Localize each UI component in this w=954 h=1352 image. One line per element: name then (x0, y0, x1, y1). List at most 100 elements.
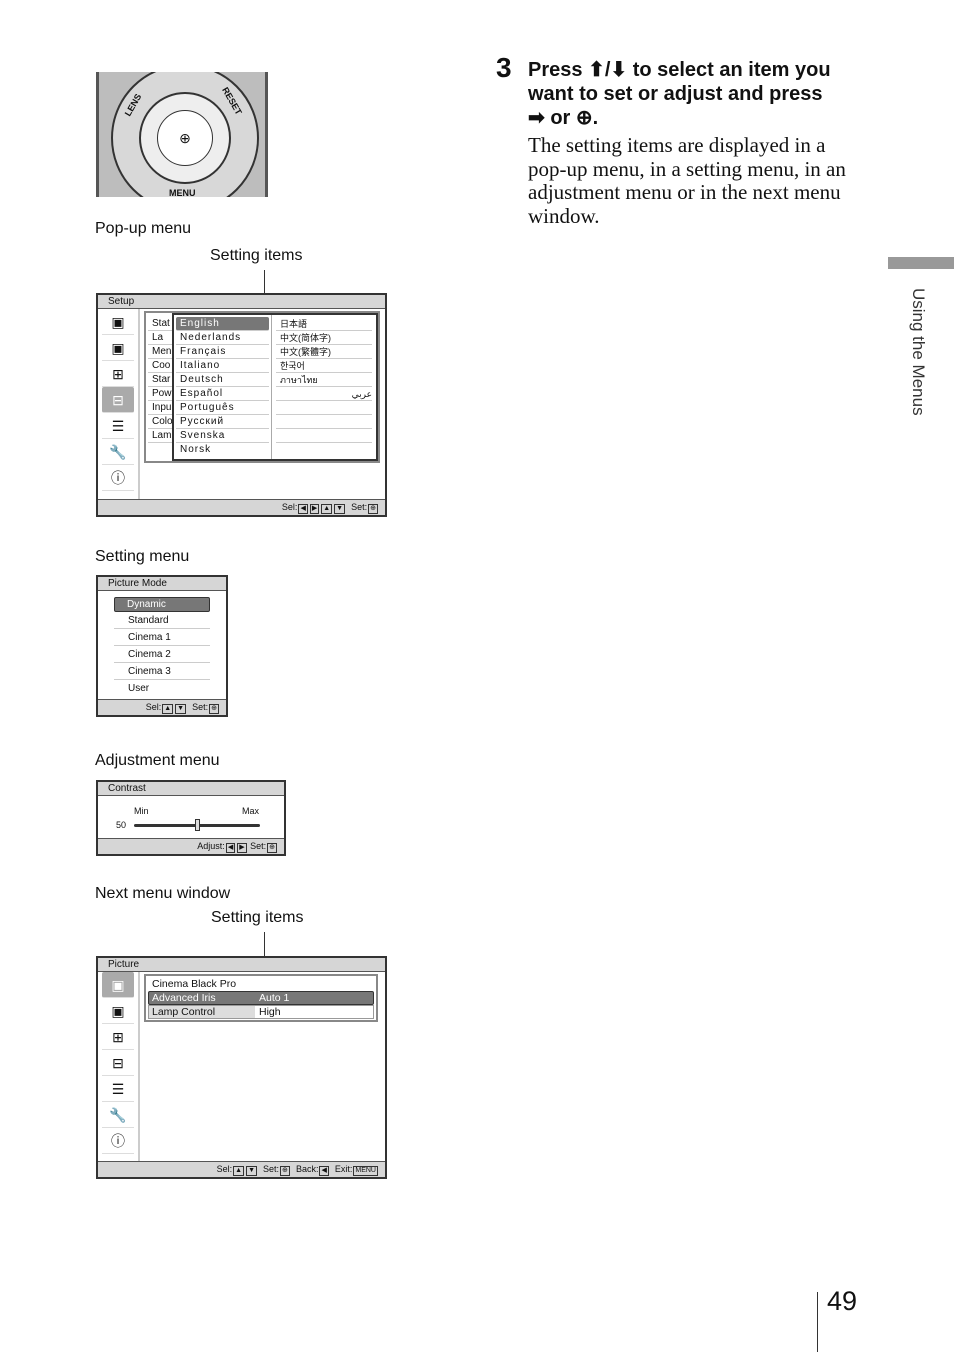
remote-control-image: ⊕ LENS RESET MENU (96, 72, 268, 197)
language-option[interactable]: 中文(简体字) (276, 331, 372, 345)
next-menu-label: Next menu window (95, 885, 231, 902)
advanced-picture-icon[interactable]: ▣ (102, 335, 134, 361)
advanced-picture-icon[interactable]: ▣ (102, 998, 134, 1024)
information-icon[interactable]: ⓘ (102, 465, 134, 491)
function-icon[interactable]: ☰ (102, 413, 134, 439)
right-arrow-icon: ➡ (528, 107, 545, 129)
language-option[interactable]: Deutsch (176, 373, 269, 387)
menu-title: Picture (98, 958, 385, 972)
information-icon[interactable]: ⓘ (102, 1128, 134, 1154)
option-dynamic[interactable]: Dynamic (114, 597, 210, 612)
setup-item[interactable]: Men (148, 345, 174, 359)
item-advanced-iris[interactable]: Advanced Iris Auto 1 (148, 991, 374, 1005)
language-option[interactable]: Svenska (176, 429, 269, 443)
language-option[interactable]: عربي (276, 387, 372, 401)
sidebar: ▣ ▣ ⊞ ⊟ ☰ 🔧 ⓘ (98, 972, 140, 1161)
screen-icon[interactable]: ⊞ (102, 361, 134, 387)
setup-items: Stat La Men Coo Star Pow Inpu Colo Lam E… (144, 311, 380, 463)
popup-menu-screen: Setup ▣ ▣ ⊞ ⊟ ☰ 🔧 ⓘ Stat La Men Coo Star… (96, 293, 387, 517)
language-option[interactable]: 中文(繁體字) (276, 345, 372, 359)
menu-title: Picture Mode (98, 577, 226, 591)
step-heading: Press ⬆/⬇ to select an item you want to … (528, 58, 858, 228)
setup-item[interactable]: La (148, 331, 174, 345)
installation-icon[interactable]: 🔧 (102, 1102, 134, 1128)
next-menu-screen: Picture ▣ ▣ ⊞ ⊟ ☰ 🔧 ⓘ Cinema Black Pro A… (96, 956, 387, 1179)
setup-icon[interactable]: ⊟ (102, 1050, 134, 1076)
page-number: 49 (827, 1286, 858, 1316)
language-option[interactable]: 한국어 (276, 359, 372, 373)
installation-icon[interactable]: 🔧 (102, 439, 134, 465)
item-lamp-control[interactable]: Lamp Control High (148, 1005, 374, 1019)
setup-item[interactable]: Lam (148, 429, 174, 443)
heading-text: or (544, 107, 576, 129)
slider-thumb[interactable] (195, 819, 200, 831)
language-option[interactable]: Norsk (176, 443, 269, 457)
set-hint: Set: (351, 502, 368, 512)
step-body: The setting items are displayed in a pop… (528, 133, 846, 228)
setup-item[interactable]: Star (148, 373, 174, 387)
option-user[interactable]: User (114, 680, 210, 697)
sel-hint: Sel: (281, 502, 298, 512)
footer-hints: Sel: ▲ ▼ Set: ⊕ Back: ◀ Exit: MENU (98, 1161, 385, 1177)
set-hint: Set: (263, 1164, 280, 1174)
option-cinema-3[interactable]: Cinema 3 (114, 663, 210, 680)
back-hint: Back: (295, 1164, 319, 1174)
value-readout: 50 (116, 820, 127, 830)
setup-item[interactable]: Stat (148, 317, 174, 331)
setup-item[interactable]: Colo (148, 415, 174, 429)
step-number: 3 (496, 52, 512, 83)
up-down-arrow-icon: ⬆/⬇ (588, 59, 628, 81)
exit-hint: Exit: (334, 1164, 353, 1174)
heading-text: . (592, 107, 599, 129)
language-option[interactable]: Español (176, 387, 269, 401)
adjustment-menu-label: Adjustment menu (95, 752, 220, 769)
menu-key: MENU (353, 1166, 378, 1176)
language-option[interactable]: English (176, 317, 269, 331)
item-cinema-black-pro[interactable]: Cinema Black Pro (148, 978, 374, 991)
language-option[interactable]: ภาษาไทย (276, 373, 372, 387)
screen-icon[interactable]: ⊞ (102, 1024, 134, 1050)
row-value: Auto 1 (259, 992, 290, 1004)
popup-menu-label: Pop-up menu (95, 220, 192, 237)
language-option[interactable]: Português (176, 401, 269, 415)
section-tab-bar (888, 257, 954, 269)
sel-hint: Sel: (216, 1164, 233, 1174)
language-option[interactable]: Italiano (176, 359, 269, 373)
setup-item[interactable]: Inpu (148, 401, 174, 415)
picture-icon[interactable]: ▣ (102, 972, 134, 998)
row-value: High (259, 1006, 281, 1018)
option-cinema-2[interactable]: Cinema 2 (114, 646, 210, 663)
footer-hints: Adjust: ◀ ▶ Set: ⊕ (98, 838, 284, 854)
language-popup: English Nederlands Français Italiano Deu… (172, 313, 378, 461)
footer-hints: Sel: ▲ ▼ Set: ⊕ (98, 699, 226, 715)
language-option[interactable]: Nederlands (176, 331, 269, 345)
adjustment-menu-screen: Contrast Min Max 50 Adjust: ◀ ▶ Set: ⊕ (96, 780, 286, 856)
language-option[interactable]: 日本語 (276, 317, 372, 331)
language-option[interactable]: Русский (176, 415, 269, 429)
min-label: Min (134, 806, 149, 816)
setup-icon[interactable]: ⊟ (102, 387, 134, 413)
setup-item[interactable]: Coo (148, 359, 174, 373)
heading-text: Press (528, 59, 589, 81)
sidebar: ▣ ▣ ⊞ ⊟ ☰ 🔧 ⓘ (98, 309, 140, 499)
option-standard[interactable]: Standard (114, 612, 210, 629)
enter-button-icon: ⊕ (157, 110, 213, 166)
option-cinema-1[interactable]: Cinema 1 (114, 629, 210, 646)
page-divider (817, 1292, 818, 1352)
setup-item[interactable]: Pow (148, 387, 174, 401)
max-label: Max (242, 806, 260, 816)
sel-hint: Sel: (145, 702, 162, 712)
setting-items-label: Setting items (211, 909, 304, 926)
enter-icon: ⊕ (575, 107, 593, 129)
menu-title: Setup (98, 295, 385, 309)
function-icon[interactable]: ☰ (102, 1076, 134, 1102)
adjust-hint: Adjust: (197, 841, 225, 851)
set-hint: Set: (192, 702, 209, 712)
section-tab-label: Using the Menus (909, 288, 928, 416)
contrast-slider[interactable] (134, 819, 260, 831)
picture-icon[interactable]: ▣ (102, 309, 134, 335)
row-label: Advanced Iris (152, 992, 216, 1004)
picture-items: Cinema Black Pro Advanced Iris Auto 1 Lam… (144, 974, 378, 1022)
language-option[interactable]: Français (176, 345, 269, 359)
row-label: Lamp Control (149, 1006, 255, 1018)
